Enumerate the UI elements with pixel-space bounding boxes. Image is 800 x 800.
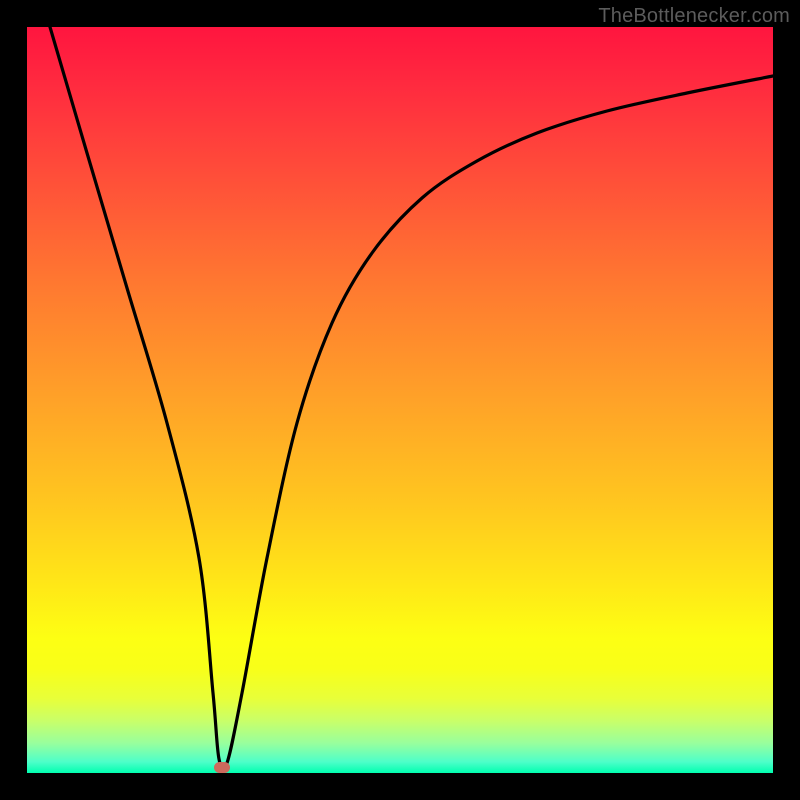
optimal-point-marker	[214, 762, 230, 773]
watermark-text: TheBottlenecker.com	[598, 5, 790, 28]
chart-frame: TheBottlenecker.com	[0, 0, 800, 800]
plot-area	[27, 27, 773, 773]
chart-svg	[27, 27, 773, 773]
bottleneck-curve-line	[50, 27, 773, 770]
